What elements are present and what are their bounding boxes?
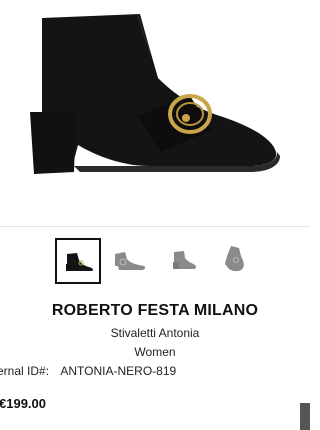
boot-side-view-thumbnail-icon: [66, 253, 93, 271]
external-id-row: ernal ID#: ANTONIA-NERO-819: [0, 364, 176, 378]
product-main-image[interactable]: [0, 0, 310, 222]
external-id-label: ernal ID#:: [0, 364, 50, 378]
product-price: €199.00: [0, 396, 46, 411]
boot-front-view-thumbnail-icon: [115, 252, 146, 270]
product-brand: ROBERTO FESTA MILANO: [51, 302, 259, 319]
thumbnail-1-selected[interactable]: [55, 238, 101, 284]
boot-back-view-thumbnail-icon: [173, 251, 197, 269]
scroll-handle[interactable]: [300, 403, 310, 430]
boot-angle-view-thumbnail-icon: [225, 246, 244, 272]
thumbnail-3[interactable]: [162, 238, 208, 284]
thumbnail-2[interactable]: [109, 238, 155, 284]
section-divider: [0, 226, 310, 227]
boot-heel: [30, 112, 76, 174]
product-name: Stivaletti Antonia: [110, 326, 200, 340]
external-id-value: ANTONIA-NERO-819: [60, 364, 177, 378]
boot-illustration: [30, 14, 280, 174]
thumbnail-4[interactable]: [213, 238, 259, 284]
product-category: Women: [134, 345, 176, 359]
